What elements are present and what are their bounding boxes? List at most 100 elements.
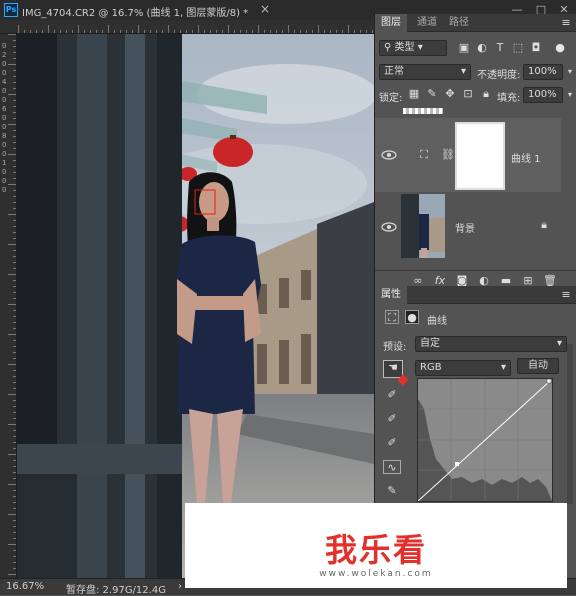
tab-paths[interactable]: 路径 <box>443 14 475 32</box>
ruler-tick <box>138 25 139 33</box>
curve-control-point[interactable] <box>455 462 459 466</box>
ruler-tick <box>36 30 37 33</box>
preset-dropdown[interactable]: 自定 ▾ <box>415 336 567 352</box>
ruler-tick <box>13 508 16 509</box>
layer-row-curves[interactable]: ⛶ ⛓︎ 曲线 1 <box>375 118 561 192</box>
type-filter-icon[interactable]: T <box>493 41 507 55</box>
artboard-icon[interactable]: ⊡ <box>461 87 475 101</box>
curve-endpoint[interactable] <box>546 378 552 384</box>
tab-channels[interactable]: 通道 <box>411 14 443 32</box>
visibility-eye-icon[interactable] <box>381 150 397 160</box>
ruler-tick <box>13 172 16 173</box>
ruler-tick <box>360 30 361 33</box>
mask-properties-icon[interactable]: ● <box>405 310 419 324</box>
layer-mask-thumbnail[interactable] <box>455 122 505 190</box>
ruler-tick <box>13 370 16 371</box>
zoom-level[interactable]: 16.67% <box>6 581 44 592</box>
horizontal-ruler[interactable] <box>0 20 374 34</box>
ruler-tick <box>300 30 301 33</box>
ruler-tick <box>264 30 265 33</box>
layer-thumbnail[interactable] <box>401 194 445 258</box>
ruler-tick <box>282 30 283 33</box>
opacity-input[interactable]: 100% <box>523 64 563 80</box>
ruler-tick <box>8 304 16 305</box>
channel-value: RGB <box>420 362 442 373</box>
pencil-icon[interactable]: ✎ <box>385 484 399 498</box>
status-menu-icon[interactable]: › <box>178 581 182 592</box>
lock-transparent-icon[interactable]: ▦ <box>407 87 421 101</box>
ruler-tick <box>13 478 16 479</box>
vertical-ruler[interactable]: 02004006008001000 <box>0 34 17 578</box>
ruler-tick <box>13 316 16 317</box>
layer-row-background[interactable]: 背景 🔒︎ <box>375 192 561 266</box>
layer-filter-dropdown[interactable]: ⚲ 类型 ▾ <box>379 40 447 56</box>
document-tab-title[interactable]: IMG_4704.CR2 @ 16.7% (曲线 1, 图层蒙版/8) * <box>22 4 248 19</box>
ruler-label: 1 <box>2 159 7 167</box>
panel-menu-icon[interactable]: ≡ <box>559 16 573 30</box>
filter-toggle-icon[interactable]: ● <box>553 41 567 55</box>
ruler-tick <box>96 30 97 33</box>
auto-button[interactable]: 自动 <box>517 358 559 374</box>
fill-input[interactable]: 100% <box>523 87 563 103</box>
ruler-tick <box>13 76 16 77</box>
lock-icon: 🔒︎ <box>541 218 547 231</box>
tab-layers[interactable]: 图层 <box>375 14 407 32</box>
layer-name[interactable]: 曲线 1 <box>511 150 541 165</box>
ruler-tick <box>13 190 16 191</box>
layers-panel-tabs: 图层 通道 路径 ≡ <box>375 14 576 32</box>
curves-adjustment-icon[interactable]: ⛶ <box>385 310 399 324</box>
ruler-tick <box>8 94 16 95</box>
watermark-overlay: 我乐看 www.wolekan.com <box>185 503 567 588</box>
tab-properties[interactable]: 属性 <box>375 286 407 304</box>
ruler-tick <box>13 46 16 47</box>
ruler-tick <box>306 30 307 33</box>
pixel-filter-icon[interactable]: ▣ <box>457 41 471 55</box>
ruler-label: 0 <box>2 150 7 158</box>
ruler-tick <box>13 286 16 287</box>
ruler-tick <box>66 30 67 33</box>
gray-point-eyedropper-icon[interactable]: ✐ <box>385 412 399 426</box>
lock-position-icon[interactable]: ✥ <box>443 87 457 101</box>
curve-point-tool-icon[interactable]: ∿ <box>383 460 401 474</box>
ruler-tick <box>13 556 16 557</box>
photo-image <box>17 34 374 578</box>
channel-dropdown[interactable]: RGB ▾ <box>415 360 511 376</box>
white-point-eyedropper-icon[interactable]: ✐ <box>385 436 399 450</box>
ruler-tick <box>13 256 16 257</box>
ruler-tick <box>13 202 16 203</box>
layer-name[interactable]: 背景 <box>455 220 475 235</box>
smart-object-filter-icon[interactable]: ◘ <box>529 41 543 55</box>
shape-filter-icon[interactable]: ⬚ <box>511 41 525 55</box>
fill-chevron-icon[interactable]: ▾ <box>563 88 576 102</box>
lock-image-icon[interactable]: ✎ <box>425 87 439 101</box>
visibility-eye-icon[interactable] <box>381 222 397 232</box>
lock-all-icon[interactable]: 🔒︎ <box>479 87 493 101</box>
curves-graph[interactable] <box>417 378 553 502</box>
ruler-tick <box>30 30 31 33</box>
curves-histogram-chart[interactable] <box>417 378 552 502</box>
ruler-tick <box>228 25 229 33</box>
chevron-down-icon: ▾ <box>460 66 466 77</box>
close-tab-icon[interactable]: × <box>260 2 270 16</box>
ruler-tick <box>13 250 16 251</box>
ruler-tick <box>42 30 43 33</box>
ruler-tick <box>13 532 16 533</box>
blend-mode-dropdown[interactable]: 正常 ▾ <box>379 64 471 80</box>
ruler-label: 0 <box>2 168 7 176</box>
ruler-tick <box>8 184 16 185</box>
mask-link-icon[interactable]: ⛓︎ <box>441 148 455 162</box>
ruler-label: 0 <box>2 42 7 50</box>
ruler-tick <box>13 550 16 551</box>
opacity-chevron-icon[interactable]: ▾ <box>563 65 576 79</box>
properties-menu-icon[interactable]: ≡ <box>559 288 573 302</box>
targeted-adjustment-icon[interactable]: ☚ <box>383 360 403 378</box>
ruler-tick <box>13 466 16 467</box>
ruler-tick <box>78 25 79 33</box>
ruler-tick <box>276 30 277 33</box>
black-point-eyedropper-icon[interactable]: ✐ <box>385 388 399 402</box>
ruler-tick <box>84 30 85 33</box>
adjustment-filter-icon[interactable]: ◐ <box>475 41 489 55</box>
ruler-tick <box>13 100 16 101</box>
document-canvas[interactable] <box>17 34 374 578</box>
properties-scrollbar[interactable] <box>567 344 573 504</box>
